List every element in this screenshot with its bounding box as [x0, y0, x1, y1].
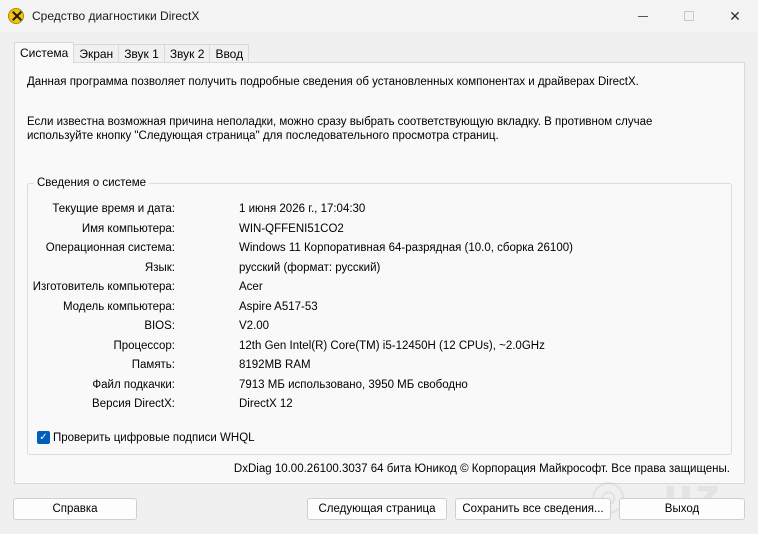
- tab-display[interactable]: Экран: [73, 44, 120, 63]
- system-info-title: Сведения о системе: [34, 177, 150, 189]
- info-label: Текущие время и дата:: [52, 203, 175, 215]
- help-button[interactable]: Справка: [13, 498, 137, 520]
- whql-option[interactable]: ✓ Проверить цифровые подписи WHQL: [37, 431, 255, 444]
- info-row-model: Модель компьютера: Aspire A517-53: [28, 301, 728, 317]
- info-label: Операционная система:: [45, 242, 175, 254]
- minimize-icon: [638, 15, 648, 17]
- info-value: Aspire A517-53: [239, 300, 318, 313]
- info-label: Файл подкачки:: [92, 378, 175, 391]
- info-row-processor: Процессор: 12th Gen Intel(R) Core(TM) i5…: [28, 340, 728, 356]
- info-label: Язык:: [144, 261, 175, 274]
- info-value: 7913 МБ использовано, 3950 МБ свободно: [239, 378, 468, 391]
- info-row-computer-name: Имя компьютера: WIN-QFFENI51CO2: [28, 223, 728, 239]
- info-value: Windows 11 Корпоративная 64-разрядная (1…: [239, 242, 573, 254]
- tab-input[interactable]: Ввод: [209, 44, 250, 63]
- info-value: Acer: [239, 281, 263, 293]
- tab-sound-2[interactable]: Звук 2: [163, 44, 211, 63]
- info-row-page-file: Файл подкачки: 7913 МБ использовано, 395…: [28, 379, 728, 395]
- maximize-icon: [684, 11, 694, 21]
- info-value: DirectX 12: [239, 398, 293, 410]
- window-title: Средство диагностики DirectX: [32, 9, 200, 23]
- info-value: 8192MB RAM: [239, 359, 311, 371]
- close-button[interactable]: ✕: [712, 0, 758, 32]
- exit-button[interactable]: Выход: [619, 498, 745, 520]
- info-row-directx-version: Версия DirectX: DirectX 12: [28, 398, 728, 414]
- tab-strip: Система Экран Звук 1 Звук 2 Ввод: [14, 42, 250, 63]
- close-icon: ✕: [729, 7, 741, 24]
- info-value: WIN-QFFENI51CO2: [239, 222, 344, 235]
- checkmark-icon: ✓: [39, 432, 48, 443]
- info-label: BIOS:: [144, 320, 175, 332]
- directx-icon: [8, 8, 24, 24]
- next-page-button[interactable]: Следующая страница: [307, 498, 447, 520]
- info-label: Модель компьютера:: [62, 300, 175, 313]
- info-label: Процессор:: [113, 339, 175, 352]
- info-label: Версия DirectX:: [92, 398, 175, 410]
- tab-system[interactable]: Система: [14, 42, 75, 63]
- maximize-button[interactable]: [666, 0, 712, 32]
- info-label: Память:: [131, 359, 175, 371]
- info-row-os: Операционная система: Windows 11 Корпора…: [28, 242, 728, 258]
- info-value: 12th Gen Intel(R) Core(TM) i5-12450H (12…: [239, 339, 545, 352]
- info-value: V2.00: [239, 320, 270, 332]
- info-row-language: Язык: русский (формат: русский): [28, 262, 728, 278]
- intro-text-1: Данная программа позволяет получить подр…: [27, 76, 639, 88]
- system-info-group: Текущие время и дата: 1 июня 2026 г., 17…: [27, 183, 732, 455]
- info-value: 1 июня 2026 г., 17:04:30: [239, 203, 366, 215]
- whql-label[interactable]: Проверить цифровые подписи WHQL: [53, 432, 255, 444]
- info-label: Изготовитель компьютера:: [32, 281, 175, 293]
- title-bar: Средство диагностики DirectX ✕: [0, 0, 758, 32]
- whql-checkbox[interactable]: ✓: [37, 431, 50, 444]
- info-row-bios: BIOS: V2.00: [28, 320, 728, 336]
- info-label: Имя компьютера:: [81, 222, 175, 235]
- intro-text-2: Если известна возможная причина неполадк…: [27, 116, 653, 142]
- minimize-button[interactable]: [620, 0, 666, 32]
- info-row-manufacturer: Изготовитель компьютера: Acer: [28, 281, 728, 297]
- info-value: русский (формат: русский): [239, 261, 381, 274]
- tab-sound-1[interactable]: Звук 1: [118, 44, 165, 63]
- info-row-datetime: Текущие время и дата: 1 июня 2026 г., 17…: [28, 203, 728, 219]
- info-row-memory: Память: 8192MB RAM: [28, 359, 728, 375]
- save-all-info-button[interactable]: Сохранить все сведения...: [455, 498, 611, 520]
